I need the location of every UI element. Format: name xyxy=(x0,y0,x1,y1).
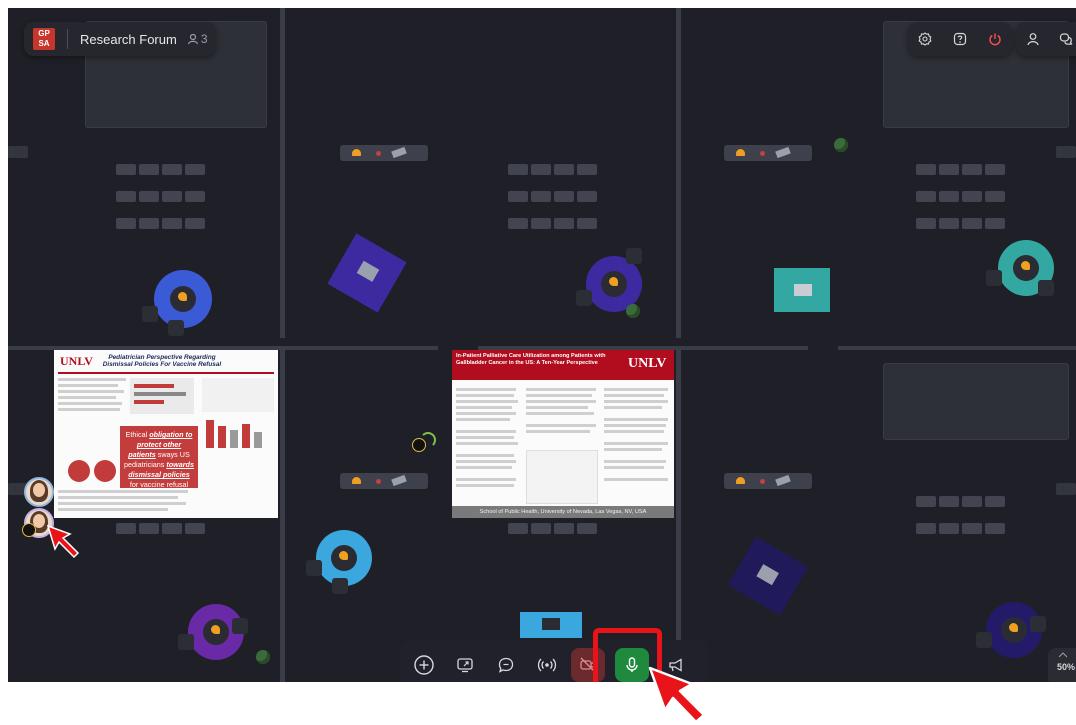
divider xyxy=(67,29,68,49)
poster-footer: School of Public Health, University of N… xyxy=(452,506,674,518)
room-name: Research Forum xyxy=(80,31,177,47)
room-shelf xyxy=(8,146,28,158)
square-table[interactable] xyxy=(520,612,582,638)
power-icon[interactable] xyxy=(983,27,1007,51)
desk xyxy=(340,473,428,489)
plant xyxy=(626,304,640,318)
gpsa-logo: GP SA xyxy=(33,28,55,50)
seating-rows xyxy=(508,164,597,229)
square-table[interactable] xyxy=(728,536,808,616)
poster-title: Pediatrician Perspective Regarding Dismi… xyxy=(102,354,222,368)
round-table[interactable] xyxy=(976,602,1046,658)
participant-count: 3 xyxy=(200,32,208,46)
desk xyxy=(724,145,812,161)
gear-icon[interactable] xyxy=(913,27,937,51)
wall xyxy=(676,350,681,682)
seating-rows xyxy=(116,164,205,229)
plant xyxy=(256,650,270,664)
add-icon[interactable] xyxy=(407,648,441,682)
wall xyxy=(280,350,285,682)
desk xyxy=(724,473,812,489)
round-table[interactable] xyxy=(986,240,1054,296)
person-icon[interactable] xyxy=(1021,27,1045,51)
room-shelf xyxy=(1056,483,1076,495)
lock-badge-icon xyxy=(22,523,36,537)
status-ring-icon xyxy=(420,432,436,448)
room-shelf xyxy=(1056,146,1076,158)
poster-palliative-care[interactable]: In-Patient Palliative Care Utilization a… xyxy=(452,350,674,518)
pointer-arrow-icon xyxy=(46,524,80,559)
poster-title: In-Patient Palliative Care Utilization a… xyxy=(456,353,606,366)
room-screen xyxy=(884,364,1068,439)
room-controls xyxy=(908,22,1012,56)
screen-share-icon[interactable] xyxy=(448,648,482,682)
poster-pediatrician-perspective[interactable]: UNLV Pediatrician Perspective Regarding … xyxy=(54,350,278,518)
wall xyxy=(676,8,681,338)
poster-highlight-quote: Ethical obligation to protect other pati… xyxy=(120,426,198,489)
square-table[interactable] xyxy=(327,233,407,313)
user-controls xyxy=(1016,22,1076,56)
round-table[interactable] xyxy=(142,270,212,336)
seating-rows xyxy=(916,496,1005,534)
virtual-space-map[interactable]: UNLV Pediatrician Perspective Regarding … xyxy=(8,8,1076,682)
plant xyxy=(834,138,848,152)
wall xyxy=(280,8,285,338)
poster-brand: UNLV xyxy=(60,354,93,368)
chevron-up-icon[interactable] xyxy=(1058,645,1068,658)
wall xyxy=(838,346,1076,350)
round-table[interactable] xyxy=(306,530,372,594)
poster-brand: UNLV xyxy=(628,356,667,371)
broadcast-icon[interactable] xyxy=(530,648,564,682)
pointer-arrow-icon xyxy=(648,666,706,724)
room-title-bar: GP SA Research Forum 3 xyxy=(24,22,216,56)
square-table[interactable] xyxy=(774,268,830,312)
participants-icon xyxy=(187,33,198,45)
chat-bubbles-icon[interactable] xyxy=(1054,27,1076,51)
seating-rows xyxy=(916,164,1005,229)
chat-icon[interactable] xyxy=(489,648,523,682)
desk xyxy=(340,145,428,161)
participant-avatar[interactable] xyxy=(24,477,54,507)
help-icon[interactable] xyxy=(948,27,972,51)
round-table[interactable] xyxy=(178,604,248,660)
